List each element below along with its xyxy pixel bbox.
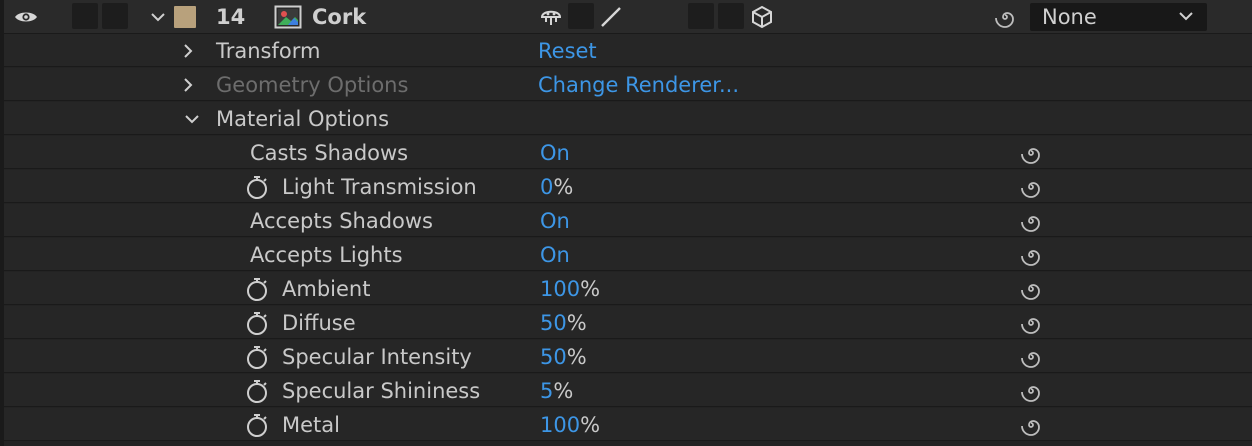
property-label: Metal xyxy=(282,412,340,437)
adjustment-toggle[interactable] xyxy=(718,3,744,29)
property-value[interactable]: 0 xyxy=(540,175,553,199)
property-unit: % xyxy=(580,412,601,437)
property-unit: % xyxy=(580,276,601,301)
stopwatch-icon[interactable] xyxy=(244,374,270,407)
property-value-group: On xyxy=(540,238,570,271)
group-transform[interactable]: Transform Reset xyxy=(0,34,1252,67)
property-row[interactable]: Diffuse 50% xyxy=(0,306,1252,339)
property-unit: % xyxy=(566,344,587,369)
change-renderer-link[interactable]: Change Renderer... xyxy=(538,68,739,101)
property-row[interactable]: Metal 100% xyxy=(0,408,1252,441)
pickwhip-spiral-icon[interactable] xyxy=(1018,238,1044,271)
layer-name[interactable]: Cork xyxy=(312,0,366,33)
property-value[interactable]: On xyxy=(540,141,570,165)
pickwhip-spiral-icon[interactable] xyxy=(990,0,1020,33)
collapse-toggle[interactable] xyxy=(568,3,594,29)
parent-dropdown-value: None xyxy=(1042,5,1097,29)
property-row[interactable]: Specular Intensity 50% xyxy=(0,340,1252,373)
property-value-group: 100% xyxy=(540,408,600,441)
stopwatch-icon[interactable] xyxy=(244,170,270,203)
property-row[interactable]: Accepts Lights On xyxy=(0,238,1252,271)
property-value[interactable]: On xyxy=(540,243,570,267)
property-label: Light Transmission xyxy=(282,174,477,199)
timeline-panel: 14 Cork None Transform Reset Geometry Op… xyxy=(0,0,1252,446)
pickwhip-spiral-icon[interactable] xyxy=(1018,408,1044,441)
property-row[interactable]: Accepts Shadows On xyxy=(0,204,1252,237)
group-material-options[interactable]: Material Options xyxy=(0,102,1252,135)
property-row[interactable]: Ambient 100% xyxy=(0,272,1252,305)
property-unit: % xyxy=(566,310,587,335)
pickwhip-spiral-icon[interactable] xyxy=(1018,136,1044,169)
property-label: Specular Intensity xyxy=(282,344,472,369)
pickwhip-spiral-icon[interactable] xyxy=(1018,374,1044,407)
shy-icon[interactable] xyxy=(537,0,565,33)
reset-link[interactable]: Reset xyxy=(538,34,597,67)
property-row[interactable]: Light Transmission 0% xyxy=(0,170,1252,203)
property-unit: % xyxy=(553,378,574,403)
audio-toggle[interactable] xyxy=(72,3,98,29)
parent-dropdown[interactable]: None xyxy=(1030,3,1207,31)
property-label: Diffuse xyxy=(282,310,356,335)
motion-blur-toggle[interactable] xyxy=(688,3,714,29)
cube-icon[interactable] xyxy=(748,0,776,33)
property-value[interactable]: 50 xyxy=(540,311,567,335)
property-value-group: 50% xyxy=(540,340,587,373)
image-layer-icon xyxy=(274,0,304,33)
left-gutter xyxy=(0,0,4,446)
chevron-down-icon[interactable] xyxy=(184,102,200,135)
property-label: Accepts Shadows xyxy=(250,208,433,233)
property-value[interactable]: 100 xyxy=(540,413,580,437)
property-label: Accepts Lights xyxy=(250,242,403,267)
stopwatch-icon[interactable] xyxy=(244,340,270,373)
property-value-group: 50% xyxy=(540,306,587,339)
property-value-group: On xyxy=(540,136,570,169)
stopwatch-icon[interactable] xyxy=(244,272,270,305)
eye-icon[interactable] xyxy=(12,0,40,33)
fx-slash-icon[interactable] xyxy=(597,0,625,33)
pickwhip-spiral-icon[interactable] xyxy=(1018,204,1044,237)
group-geometry-options[interactable]: Geometry Options Change Renderer... xyxy=(0,68,1252,101)
chevron-down-icon[interactable] xyxy=(147,0,169,33)
property-value[interactable]: On xyxy=(540,209,570,233)
chevron-right-icon[interactable] xyxy=(183,68,193,101)
property-value[interactable]: 100 xyxy=(540,277,580,301)
solo-toggle[interactable] xyxy=(102,3,128,29)
property-value[interactable]: 50 xyxy=(540,345,567,369)
property-row[interactable]: Casts Shadows On xyxy=(0,136,1252,169)
property-label: Casts Shadows xyxy=(250,140,409,165)
group-label: Material Options xyxy=(216,106,390,131)
property-unit: % xyxy=(553,174,574,199)
property-value-group: 100% xyxy=(540,272,600,305)
chevron-right-icon[interactable] xyxy=(183,34,193,67)
pickwhip-spiral-icon[interactable] xyxy=(1018,340,1044,373)
pickwhip-spiral-icon[interactable] xyxy=(1018,170,1044,203)
layer-color-swatch[interactable] xyxy=(174,6,196,28)
layer-number: 14 xyxy=(216,4,246,29)
chevron-down-icon xyxy=(1179,12,1193,21)
layer-row[interactable]: 14 Cork None xyxy=(0,0,1252,34)
property-value-group: 5% xyxy=(540,374,573,407)
stopwatch-icon[interactable] xyxy=(244,408,270,441)
property-label: Specular Shininess xyxy=(282,378,481,403)
group-label: Geometry Options xyxy=(216,72,409,97)
group-label: Transform xyxy=(216,38,321,63)
stopwatch-icon[interactable] xyxy=(244,306,270,339)
pickwhip-spiral-icon[interactable] xyxy=(1018,272,1044,305)
property-value-group: On xyxy=(540,204,570,237)
property-value[interactable]: 5 xyxy=(540,379,553,403)
property-row[interactable]: Specular Shininess 5% xyxy=(0,374,1252,407)
property-label: Ambient xyxy=(282,276,371,301)
property-value-group: 0% xyxy=(540,170,573,203)
pickwhip-spiral-icon[interactable] xyxy=(1018,306,1044,339)
